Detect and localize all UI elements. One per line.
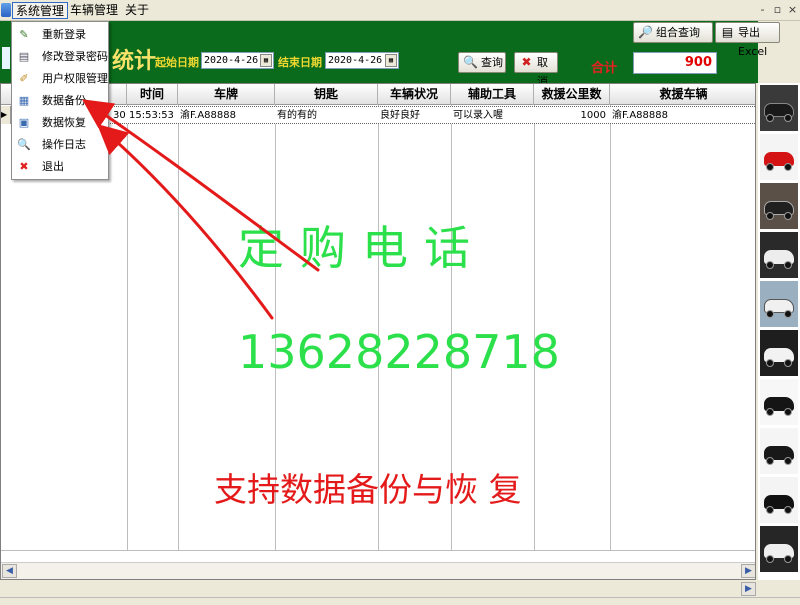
overlay-order-phone-heading: 定购电话 — [238, 221, 486, 275]
search-icon: 🔎 — [638, 25, 653, 39]
menu-item-label: 用户权限管理 — [42, 72, 108, 85]
start-date-input[interactable]: 2020-4-26 ▦ — [201, 52, 274, 69]
relogin-icon: ✎ — [19, 28, 29, 41]
menu-item-data-restore[interactable]: ▣ 数据恢复 — [13, 112, 108, 134]
cell-rescue-vehicle: 渝F.A88888 — [612, 110, 668, 121]
col-tools[interactable]: 辅助工具 — [451, 84, 534, 105]
header-band: 统计 起始日期 2020-4-26 ▦ 结束日期 2020-4-26 ▦ 🔍 查… — [0, 21, 780, 88]
grid-divider — [178, 105, 179, 561]
search-icon: 🔍 — [463, 55, 478, 69]
menu-item-label: 操作日志 — [42, 138, 86, 151]
end-date-input[interactable]: 2020-4-26 ▦ — [325, 52, 399, 69]
grid-header: 时间 车牌 钥匙 车辆状况 辅助工具 救援公里数 救援车辆 — [1, 84, 755, 105]
menu-about[interactable]: 关于 — [122, 2, 152, 19]
cell-date: 30 — [113, 110, 126, 121]
cancel-icon: ✖ — [521, 55, 532, 69]
start-date-value: 2020-4-26 — [204, 55, 259, 66]
calendar-icon[interactable]: ▦ — [385, 54, 397, 67]
overlay-phone-number: 13628228718 — [238, 325, 560, 379]
menu-item-relogin[interactable]: ✎ 重新登录 — [13, 24, 108, 46]
grid-divider — [610, 105, 611, 561]
cell-time: 15:53:53 — [129, 110, 174, 121]
vehicle-thumbnail[interactable] — [760, 428, 798, 474]
vehicle-thumbnail[interactable] — [760, 232, 798, 278]
restore-icon: ▣ — [18, 116, 30, 129]
export-excel-button[interactable]: ▤ 导出Excel — [715, 22, 780, 58]
export-icon: ▤ — [721, 25, 734, 39]
cell-key: 有的有的 — [277, 110, 317, 121]
start-date-label: 起始日期 — [155, 56, 199, 69]
vehicle-thumbnail[interactable] — [760, 330, 798, 376]
export-excel-label: 导出Excel — [738, 26, 768, 58]
row-pointer-icon: ▶ — [1, 106, 11, 124]
end-date-value: 2020-4-26 — [328, 55, 383, 66]
cell-tools: 可以录入喔 — [453, 110, 503, 121]
calendar-icon[interactable]: ▦ — [260, 54, 272, 67]
total-value: 900 — [633, 52, 717, 74]
restore-icon[interactable]: ▫ — [771, 3, 784, 16]
col-plate[interactable]: 车牌 — [178, 84, 275, 105]
vehicle-thumbnail[interactable] — [760, 477, 798, 523]
minimize-icon[interactable]: - — [756, 3, 769, 16]
cell-km: 1000 — [580, 110, 606, 121]
horizontal-scrollbar[interactable]: ◀ ▶ — [1, 562, 755, 579]
total-label: 合计 — [591, 61, 618, 76]
menu-item-exit[interactable]: ✖ 退出 — [13, 156, 108, 178]
menu-item-data-backup[interactable]: ▦ 数据备份 — [13, 90, 108, 112]
grid-divider — [127, 105, 128, 561]
cell-plate: 渝F.A88888 — [180, 110, 236, 121]
summary-row — [1, 550, 755, 562]
password-icon: ▤ — [18, 50, 30, 63]
col-key[interactable]: 钥匙 — [275, 84, 378, 105]
scroll-left-icon[interactable]: ◀ — [2, 564, 17, 578]
scroll-right-icon[interactable]: ▶ — [741, 582, 756, 596]
query-button-label: 查询 — [481, 56, 503, 69]
exit-icon: ✖ — [19, 160, 29, 173]
combo-query-button[interactable]: 🔎 组合查询 — [633, 22, 713, 43]
app-icon — [1, 3, 11, 17]
page-title: 统计 — [112, 48, 157, 74]
col-status[interactable]: 车辆状况 — [378, 84, 451, 105]
close-icon[interactable]: × — [786, 3, 799, 16]
scroll-right-icon[interactable]: ▶ — [741, 564, 755, 578]
vehicle-thumbnail[interactable] — [760, 379, 798, 425]
vehicle-thumbnail[interactable] — [760, 134, 798, 180]
query-button[interactable]: 🔍 查询 — [458, 52, 506, 73]
menu-item-operation-log[interactable]: 🔍 操作日志 — [13, 134, 108, 156]
col-rescue-vehicle[interactable]: 救援车辆 — [610, 84, 755, 105]
permission-icon: ✐ — [19, 72, 29, 85]
backup-icon: ▦ — [18, 94, 30, 107]
combo-query-label: 组合查询 — [656, 26, 700, 39]
status-bar — [0, 597, 800, 605]
vehicle-thumbnails — [758, 83, 800, 580]
menu-item-label: 数据恢复 — [42, 116, 86, 129]
overlay-backup-note: 支持数据备份与恢 复 — [214, 470, 522, 509]
menu-item-user-permission[interactable]: ✐ 用户权限管理 — [13, 68, 108, 90]
col-km[interactable]: 救援公里数 — [534, 84, 610, 105]
vehicle-thumbnail[interactable] — [760, 526, 798, 572]
menu-system[interactable]: 系统管理 — [12, 2, 69, 19]
menu-item-label: 重新登录 — [42, 28, 86, 41]
table-row[interactable]: 30 15:53:53 渝F.A88888 有的有的 良好良好 可以录入喔 10… — [1, 106, 755, 124]
vehicle-thumbnail[interactable] — [760, 281, 798, 327]
vehicle-thumbnail[interactable] — [760, 183, 798, 229]
system-menu-dropdown: ✎ 重新登录 ▤ 修改登录密码 ✐ 用户权限管理 ▦ 数据备份 ▣ 数据恢复 🔍… — [11, 21, 109, 180]
menu-item-change-password[interactable]: ▤ 修改登录密码 — [13, 46, 108, 68]
menu-vehicle[interactable]: 车辆管理 — [67, 2, 121, 19]
end-date-label: 结束日期 — [278, 56, 322, 69]
log-icon: 🔍 — [17, 138, 31, 151]
menu-item-label: 数据备份 — [42, 94, 86, 107]
cell-status: 良好良好 — [380, 110, 420, 121]
col-time[interactable]: 时间 — [127, 84, 178, 105]
vehicle-thumbnail[interactable] — [760, 85, 798, 131]
menu-item-label: 退出 — [42, 160, 64, 173]
menu-bar: 系统管理 车辆管理 关于 - ▫ × — [0, 0, 800, 21]
header-side-fragment — [2, 47, 10, 69]
menu-item-label: 修改登录密码 — [42, 50, 108, 63]
cancel-button[interactable]: ✖ 取消 — [514, 52, 558, 88]
